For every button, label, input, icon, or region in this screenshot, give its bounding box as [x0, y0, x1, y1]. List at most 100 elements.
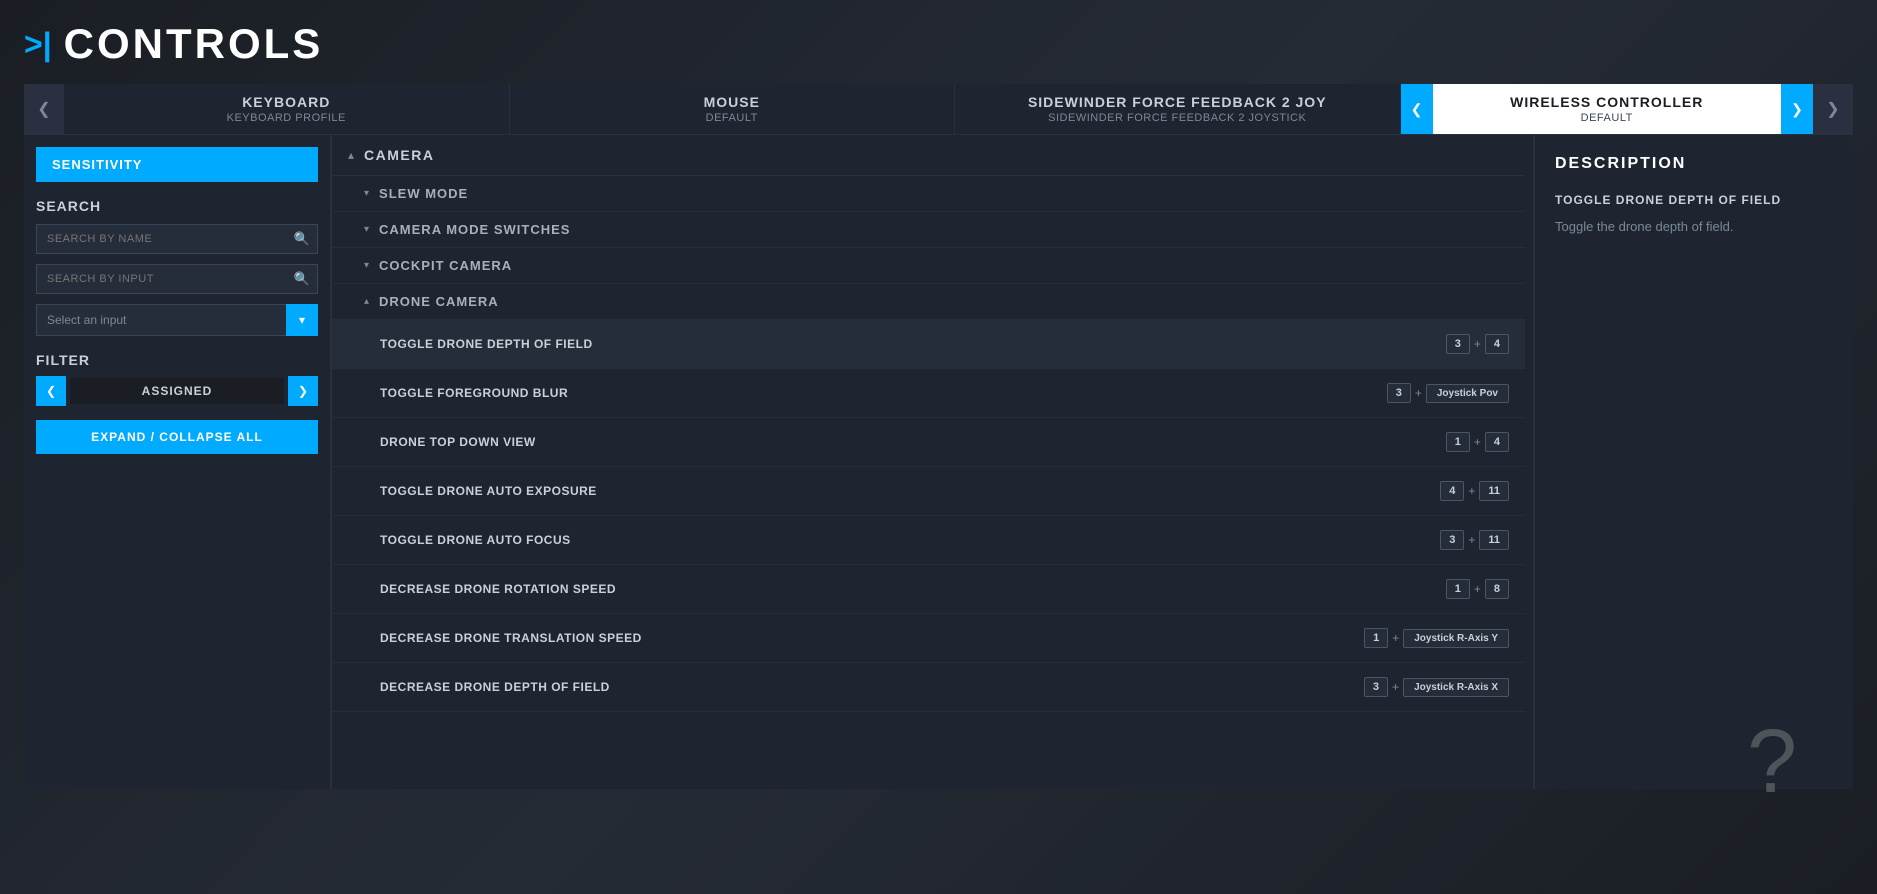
tab-wireless-label: WIRELESS CONTROLLER	[1510, 94, 1703, 110]
action-decrease-drone-dof-label: DECREASE DRONE DEPTH OF FIELD	[380, 680, 1364, 694]
subcategory-slew-arrow: ▾	[364, 188, 369, 199]
action-toggle-drone-dof-binding: 3 + 4	[1446, 334, 1509, 354]
action-decrease-drone-rotation-speed[interactable]: DECREASE DRONE ROTATION SPEED 1 + 8	[332, 565, 1525, 614]
filter-prev-button[interactable]: ❮	[36, 376, 66, 406]
tab-keyboard[interactable]: KEYBOARD KEYBOARD PROFILE	[64, 84, 510, 134]
tab-sidewinder-profile: SIDEWINDER FORCE FEEDBACK 2 JOYSTICK	[1048, 112, 1306, 124]
title-icon: >|	[24, 26, 52, 63]
tab-sidewinder[interactable]: SIDEWINDER FORCE FEEDBACK 2 JOY SIDEWIND…	[955, 84, 1401, 134]
action-drone-top-down-label: DRONE TOP DOWN VIEW	[380, 435, 1446, 449]
tab-mouse[interactable]: MOUSE DEFAULT	[510, 84, 956, 134]
tab-wireless-profile: DEFAULT	[1581, 112, 1633, 124]
page-title: CONTROLS	[64, 20, 324, 68]
key-badge-11a: 11	[1479, 481, 1509, 501]
description-panel: DESCRIPTION TOGGLE DRONE DEPTH OF FIELD …	[1533, 135, 1853, 789]
subcategory-cockpit-label: COCKPIT CAMERA	[379, 258, 512, 273]
plus-sign-7: +	[1392, 631, 1399, 645]
filter-next-button[interactable]: ❯	[288, 376, 318, 406]
key-badge-3a: 3	[1446, 334, 1470, 354]
action-toggle-foreground-blur-label: TOGGLE FOREGROUND BLUR	[380, 386, 1387, 400]
key-badge-1a: 1	[1446, 432, 1470, 452]
tab-mouse-label: MOUSE	[704, 94, 760, 110]
key-badge-11b: 11	[1479, 530, 1509, 550]
action-toggle-foreground-blur[interactable]: TOGGLE FOREGROUND BLUR 3 + Joystick Pov	[332, 369, 1525, 418]
tabs-prev-button[interactable]: ❮	[24, 84, 64, 134]
key-badge-4b: 4	[1485, 432, 1509, 452]
key-badge-joystick-r-axis-x: Joystick R-Axis X	[1403, 678, 1509, 697]
search-by-name-icon[interactable]: 🔍	[294, 231, 310, 247]
tabs-bar: ❮ KEYBOARD KEYBOARD PROFILE MOUSE DEFAUL…	[24, 84, 1853, 135]
action-toggle-drone-auto-focus-binding: 3 + 11	[1440, 530, 1509, 550]
key-badge-1c: 1	[1364, 628, 1388, 648]
tab-wireless[interactable]: ❮ WIRELESS CONTROLLER DEFAULT ❯	[1401, 84, 1814, 134]
plus-sign-6: +	[1474, 582, 1481, 596]
action-toggle-drone-dof-label: TOGGLE DRONE DEPTH OF FIELD	[380, 337, 1446, 351]
action-toggle-drone-auto-exposure-binding: 4 + 11	[1440, 481, 1509, 501]
action-decrease-drone-depth-of-field[interactable]: DECREASE DRONE DEPTH OF FIELD 3 + Joysti…	[332, 663, 1525, 712]
subcategory-drone-label: DRONE CAMERA	[379, 294, 499, 309]
action-toggle-drone-auto-exposure[interactable]: TOGGLE DRONE AUTO EXPOSURE 4 + 11	[332, 467, 1525, 516]
action-drone-top-down-view[interactable]: DRONE TOP DOWN VIEW 1 + 4	[332, 418, 1525, 467]
action-decrease-drone-translation-label: DECREASE DRONE TRANSLATION SPEED	[380, 631, 1364, 645]
key-badge-8: 8	[1485, 579, 1509, 599]
tab-sidewinder-label: SIDEWINDER FORCE FEEDBACK 2 JOY	[1028, 94, 1327, 110]
wireless-tab-center: WIRELESS CONTROLLER DEFAULT	[1433, 84, 1782, 134]
category-camera-label: CAMERA	[364, 147, 434, 163]
action-toggle-drone-auto-focus-label: TOGGLE DRONE AUTO FOCUS	[380, 533, 1440, 547]
search-by-input-icon[interactable]: 🔍	[294, 271, 310, 287]
left-sidebar: SENSITIVITY SEARCH 🔍 🔍 Select an input ▾…	[24, 135, 332, 789]
action-decrease-drone-dof-binding: 3 + Joystick R-Axis X	[1364, 677, 1509, 697]
filter-nav: ❮ ASSIGNED ❯	[36, 376, 318, 406]
wireless-tab-next-button[interactable]: ❯	[1781, 84, 1813, 134]
tabs-next-button[interactable]: ❯	[1813, 84, 1853, 134]
search-section-label: SEARCH	[36, 198, 318, 214]
subcategory-cockpit-camera[interactable]: ▾ COCKPIT CAMERA	[332, 248, 1525, 284]
select-input[interactable]: Select an input	[36, 304, 318, 336]
filter-value: ASSIGNED	[70, 378, 284, 404]
category-camera[interactable]: ▴ CAMERA	[332, 135, 1525, 176]
key-badge-3b: 3	[1387, 383, 1411, 403]
key-badge-3d: 3	[1364, 677, 1388, 697]
action-decrease-drone-rotation-binding: 1 + 8	[1446, 579, 1509, 599]
action-decrease-drone-translation-binding: 1 + Joystick R-Axis Y	[1364, 628, 1509, 648]
plus-sign-1: +	[1474, 337, 1481, 351]
key-badge-joystick-pov: Joystick Pov	[1426, 384, 1509, 403]
key-badge-4c: 4	[1440, 481, 1464, 501]
search-by-name-wrapper: 🔍	[36, 224, 318, 254]
plus-sign-5: +	[1468, 533, 1475, 547]
tab-keyboard-profile: KEYBOARD PROFILE	[227, 112, 346, 124]
category-camera-arrow: ▴	[348, 148, 354, 162]
wireless-tab-prev-button[interactable]: ❮	[1401, 84, 1433, 134]
key-badge-4a: 4	[1485, 334, 1509, 354]
plus-sign-2: +	[1415, 386, 1422, 400]
action-toggle-drone-auto-exposure-label: TOGGLE DRONE AUTO EXPOSURE	[380, 484, 1440, 498]
content-area: SENSITIVITY SEARCH 🔍 🔍 Select an input ▾…	[24, 135, 1853, 789]
search-by-input-input[interactable]	[36, 264, 318, 294]
action-decrease-drone-rotation-label: DECREASE DRONE ROTATION SPEED	[380, 582, 1446, 596]
plus-sign-4: +	[1468, 484, 1475, 498]
description-title: DESCRIPTION	[1555, 155, 1833, 173]
action-toggle-drone-dof[interactable]: TOGGLE DRONE DEPTH OF FIELD 3 + 4	[332, 320, 1525, 369]
key-badge-joystick-r-axis-y: Joystick R-Axis Y	[1403, 629, 1509, 648]
tab-mouse-profile: DEFAULT	[706, 112, 758, 124]
search-by-input-wrapper: 🔍	[36, 264, 318, 294]
plus-sign-8: +	[1392, 680, 1399, 694]
plus-sign-3: +	[1474, 435, 1481, 449]
action-decrease-drone-translation-speed[interactable]: DECREASE DRONE TRANSLATION SPEED 1 + Joy…	[332, 614, 1525, 663]
subcategory-drone-camera[interactable]: ▴ DRONE CAMERA	[332, 284, 1525, 320]
expand-collapse-button[interactable]: EXPAND / COLLAPSE ALL	[36, 420, 318, 454]
main-content[interactable]: ▴ CAMERA ▾ SLEW MODE ▾ CAMERA MODE SWITC…	[332, 135, 1533, 789]
subcategory-camera-mode[interactable]: ▾ CAMERA MODE SWITCHES	[332, 212, 1525, 248]
select-input-wrapper: Select an input ▾	[36, 304, 318, 336]
key-badge-3c: 3	[1440, 530, 1464, 550]
action-drone-top-down-binding: 1 + 4	[1446, 432, 1509, 452]
description-action-name: TOGGLE DRONE DEPTH OF FIELD	[1555, 193, 1833, 207]
subcategory-slew-mode[interactable]: ▾ SLEW MODE	[332, 176, 1525, 212]
tab-keyboard-label: KEYBOARD	[242, 94, 330, 110]
search-by-name-input[interactable]	[36, 224, 318, 254]
action-toggle-drone-auto-focus[interactable]: TOGGLE DRONE AUTO FOCUS 3 + 11	[332, 516, 1525, 565]
description-text: Toggle the drone depth of field.	[1555, 217, 1833, 237]
subcategory-cockpit-arrow: ▾	[364, 260, 369, 271]
sensitivity-button[interactable]: SENSITIVITY	[36, 147, 318, 182]
subcategory-slew-label: SLEW MODE	[379, 186, 468, 201]
